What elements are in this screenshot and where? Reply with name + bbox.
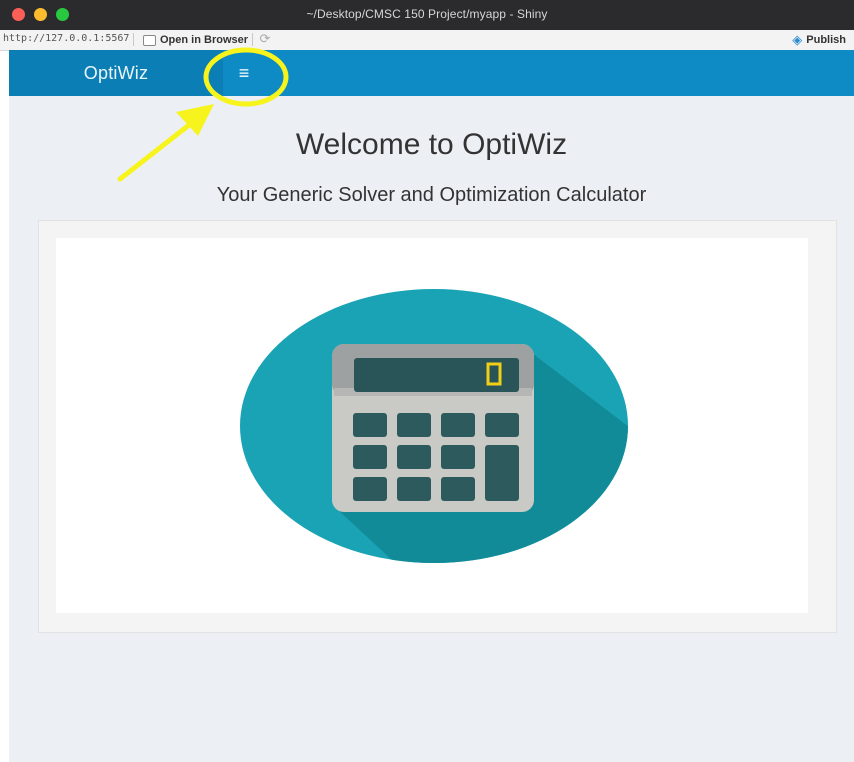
illustration-panel <box>56 238 808 613</box>
toolbar-divider <box>133 33 134 46</box>
page-title: Welcome to OptiWiz <box>295 128 568 161</box>
refresh-icon[interactable]: ⟳ <box>258 32 272 46</box>
calculator-illustration <box>240 289 628 563</box>
page-subtitle: Your Generic Solver and Optimization Cal… <box>216 184 647 206</box>
url-text[interactable]: http://127.0.0.1:5567 <box>3 33 129 44</box>
publish-label: Publish <box>806 34 846 46</box>
window-titlebar: ~/Desktop/CMSC 150 Project/myapp - Shiny <box>0 0 854 30</box>
browser-window-icon <box>143 34 156 46</box>
publish-icon: ◈ <box>792 32 803 47</box>
menu-toggle-icon[interactable]: ≡ <box>225 58 263 88</box>
window-title: ~/Desktop/CMSC 150 Project/myapp - Shiny <box>306 7 548 21</box>
viewer-toolbar: http://127.0.0.1:5567 Open in Browser ⟳ … <box>0 30 854 51</box>
app-navbar: OptiWiz ≡ <box>9 50 854 96</box>
app-viewport: OptiWiz ≡ Welcome to OptiWiz Your Generi… <box>9 50 854 762</box>
open-in-browser-label: Open in Browser <box>160 34 249 46</box>
brand-logo[interactable]: OptiWiz <box>9 50 223 96</box>
toolbar-divider <box>252 33 253 46</box>
publish-button[interactable]: ◈ Publish <box>792 32 846 48</box>
open-in-browser-button[interactable]: Open in Browser <box>143 32 248 48</box>
